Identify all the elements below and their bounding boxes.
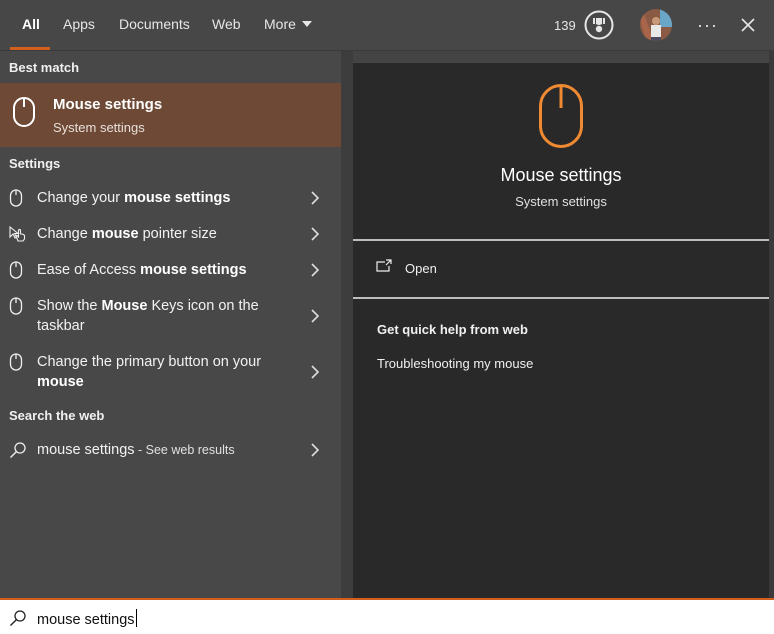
mouse-icon [9, 189, 23, 207]
active-tab-indicator [10, 47, 50, 50]
chevron-right-icon [311, 227, 320, 241]
item-label: Change the primary button on your mouse [37, 354, 262, 390]
mouse-icon [539, 84, 583, 148]
close-button[interactable] [740, 0, 756, 50]
tab-more[interactable]: More [264, 0, 312, 50]
tab-label: All [22, 16, 40, 32]
points-count: 139 [554, 17, 576, 33]
help-link-troubleshooting[interactable]: Troubleshooting my mouse [377, 356, 533, 371]
tab-label: More [264, 16, 296, 32]
preview-title: Mouse settings [500, 165, 622, 185]
chevron-right-icon [311, 365, 320, 379]
open-external-icon [376, 259, 392, 272]
rewards-button[interactable] [583, 0, 615, 50]
tab-label: Web [212, 16, 241, 32]
tab-documents[interactable]: Documents [119, 0, 190, 50]
section-search-web: Search the web [9, 408, 105, 423]
top-bar: All Apps Documents Web More 139 ··· [0, 0, 774, 51]
ellipsis-icon: ··· [697, 14, 718, 35]
caret-down-icon [301, 21, 312, 27]
tab-label: Apps [63, 16, 95, 32]
mouse-icon [9, 297, 23, 315]
search-query: mouse settings [37, 612, 135, 628]
chevron-right-icon [311, 443, 320, 457]
settings-item-primary-button[interactable]: Change the primary button on your mouse [0, 350, 341, 394]
tab-web[interactable]: Web [212, 0, 241, 50]
mouse-icon [9, 353, 23, 371]
tab-all[interactable]: All [10, 0, 50, 50]
section-best-match: Best match [9, 60, 80, 75]
search-icon [10, 610, 26, 626]
item-label: mouse settings - See web results [37, 442, 235, 458]
open-button[interactable]: Open [353, 241, 769, 297]
chevron-right-icon [311, 191, 320, 205]
divider [353, 297, 769, 299]
item-label: Change mouse pointer size [37, 226, 217, 242]
pane-edge [769, 51, 774, 598]
web-search-item[interactable]: mouse settings - See web results [0, 438, 341, 462]
search-bar[interactable]: mouse settings [0, 598, 774, 634]
preview-subtitle: System settings [515, 194, 607, 209]
item-label: Ease of Access mouse settings [37, 262, 247, 278]
best-match-title: Mouse settings [53, 96, 163, 113]
more-options-button[interactable]: ··· [697, 0, 718, 50]
open-label: Open [405, 261, 437, 276]
settings-item-mouse-keys[interactable]: Show the Mouse Keys icon on the taskbar [0, 294, 341, 338]
divider [353, 239, 769, 241]
best-match-subtitle: System settings [53, 120, 145, 135]
mouse-icon [9, 261, 23, 279]
mouse-icon [13, 97, 35, 127]
item-label: Change your mouse settings [37, 190, 231, 206]
best-match-item[interactable]: Mouse settings System settings [0, 83, 341, 147]
settings-item-change-mouse-settings[interactable]: Change your mouse settings [0, 186, 341, 210]
chevron-right-icon [311, 263, 320, 277]
close-icon [741, 18, 755, 32]
chevron-right-icon [311, 309, 320, 323]
tab-label: Documents [119, 16, 190, 32]
pointer-icon [9, 225, 26, 242]
search-input[interactable]: mouse settings [37, 609, 137, 628]
pane-gap [341, 51, 353, 598]
avatar-button[interactable] [640, 0, 672, 50]
settings-item-ease-of-access[interactable]: Ease of Access mouse settings [0, 258, 341, 282]
user-avatar [640, 9, 672, 41]
quick-help-heading: Get quick help from web [377, 322, 528, 337]
settings-item-pointer-size[interactable]: Change mouse pointer size [0, 222, 341, 246]
text-caret [135, 609, 137, 627]
section-settings: Settings [9, 156, 61, 171]
tab-apps[interactable]: Apps [63, 0, 95, 50]
trophy-icon [584, 10, 614, 40]
item-label: Show the Mouse Keys icon on the taskbar [37, 298, 259, 334]
preview-pane: Mouse settings System settings Open Get … [353, 63, 769, 598]
search-icon [10, 442, 26, 458]
